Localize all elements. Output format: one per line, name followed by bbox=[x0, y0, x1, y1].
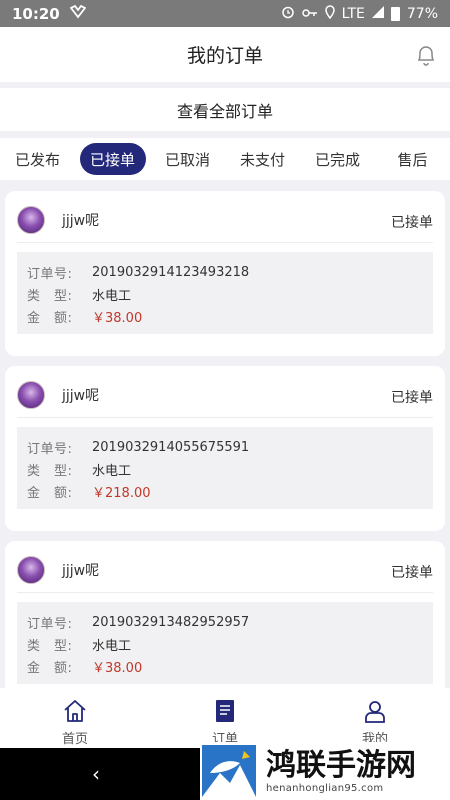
notification-icon bbox=[69, 4, 87, 23]
nav-home[interactable]: 首页 bbox=[0, 688, 150, 748]
order-user: jjjw呢 bbox=[17, 556, 99, 584]
network-label: LTE bbox=[341, 5, 365, 22]
type-value: 水电工 bbox=[92, 463, 132, 479]
divider bbox=[17, 417, 433, 418]
tab-accepted[interactable]: 已接单 bbox=[79, 143, 146, 175]
bell-icon[interactable] bbox=[416, 44, 436, 66]
alarm-icon bbox=[281, 5, 295, 23]
order-no-label: 订单号: bbox=[27, 616, 73, 632]
tab-published[interactable]: 已发布 bbox=[0, 143, 75, 175]
watermark: 鸿联手游网 henanhonglian95.com bbox=[200, 742, 450, 800]
order-info: 订单号: 2019032914055675591 类 型: 水电工 金 额: ￥218… bbox=[17, 427, 433, 509]
divider bbox=[17, 592, 433, 593]
type-value: 水电工 bbox=[92, 638, 132, 654]
order-no-label: 订单号: bbox=[27, 441, 73, 457]
type-label: 类 型: bbox=[27, 638, 73, 654]
order-no-value: 2019032914123493218 bbox=[92, 264, 250, 280]
app-header: 我的订单 bbox=[0, 27, 450, 82]
watermark-url: henanhonglian95.com bbox=[266, 782, 384, 794]
order-user: jjjw呢 bbox=[17, 381, 99, 409]
home-icon bbox=[64, 700, 86, 722]
signal-icon bbox=[371, 5, 384, 22]
nav-mine[interactable]: 我的 bbox=[300, 688, 450, 748]
back-icon[interactable]: ‹ bbox=[92, 762, 100, 786]
order-status-tabs: 已发布 已接单 已取消 未支付 已完成 售后 bbox=[0, 138, 450, 180]
location-icon bbox=[324, 4, 335, 23]
amount-label: 金 额: bbox=[27, 485, 73, 501]
amount-value: ￥218.00 bbox=[92, 485, 151, 501]
user-name: jjjw呢 bbox=[62, 388, 100, 404]
watermark-logo-icon bbox=[200, 743, 258, 799]
amount-label: 金 额: bbox=[27, 660, 73, 676]
battery-icon bbox=[390, 6, 400, 21]
amount-value: ￥38.00 bbox=[92, 660, 143, 676]
order-no-value: 2019032913482952957 bbox=[92, 614, 250, 630]
bottom-nav: 首页 订单 我的 bbox=[0, 688, 450, 748]
order-no-label: 订单号: bbox=[27, 266, 73, 282]
order-icon bbox=[216, 700, 234, 722]
type-value: 水电工 bbox=[92, 288, 132, 304]
tab-cancelled[interactable]: 已取消 bbox=[150, 143, 225, 175]
amount-value: ￥38.00 bbox=[92, 310, 143, 326]
status-time: 10:20 bbox=[12, 4, 60, 23]
type-label: 类 型: bbox=[27, 288, 73, 304]
amount-label: 金 额: bbox=[27, 310, 73, 326]
nav-home-label: 首页 bbox=[61, 732, 88, 747]
tab-unpaid[interactable]: 未支付 bbox=[225, 143, 300, 175]
watermark-title: 鸿联手游网 bbox=[266, 747, 416, 783]
tab-after-sales[interactable]: 售后 bbox=[375, 143, 450, 175]
avatar bbox=[17, 381, 45, 409]
view-all-orders-button[interactable]: 查看全部订单 bbox=[0, 88, 450, 131]
page-title: 我的订单 bbox=[186, 45, 263, 67]
battery-level: 77% bbox=[406, 5, 438, 22]
key-icon bbox=[301, 6, 318, 22]
order-status: 已接单 bbox=[391, 390, 433, 406]
order-status: 已接单 bbox=[391, 215, 433, 231]
nav-orders[interactable]: 订单 bbox=[150, 688, 300, 748]
order-card[interactable]: jjjw呢 已接单 订单号: 2019032913482952957 类 型: 水电… bbox=[5, 541, 445, 706]
type-label: 类 型: bbox=[27, 463, 73, 479]
order-info: 订单号: 2019032914123493218 类 型: 水电工 金 额: ￥38.… bbox=[17, 252, 433, 334]
tab-completed[interactable]: 已完成 bbox=[300, 143, 375, 175]
order-card[interactable]: jjjw呢 已接单 订单号: 2019032914123493218 类 型: 水电… bbox=[5, 191, 445, 356]
user-icon bbox=[365, 701, 385, 723]
order-card[interactable]: jjjw呢 已接单 订单号: 2019032914055675591 类 型: 水电… bbox=[5, 366, 445, 531]
order-status: 已接单 bbox=[391, 565, 433, 581]
user-name: jjjw呢 bbox=[62, 213, 100, 229]
order-info: 订单号: 2019032913482952957 类 型: 水电工 金 额: ￥38.… bbox=[17, 602, 433, 684]
watermark-text: 鸿联手游网 henanhonglian95.com bbox=[266, 747, 416, 794]
order-user: jjjw呢 bbox=[17, 206, 99, 234]
divider bbox=[17, 242, 433, 243]
status-bar: 10:20 LTE 77% bbox=[0, 0, 450, 27]
order-no-value: 2019032914055675591 bbox=[92, 439, 250, 455]
avatar bbox=[17, 556, 45, 584]
status-icons: LTE 77% bbox=[281, 4, 438, 23]
user-name: jjjw呢 bbox=[62, 563, 100, 579]
avatar bbox=[17, 206, 45, 234]
